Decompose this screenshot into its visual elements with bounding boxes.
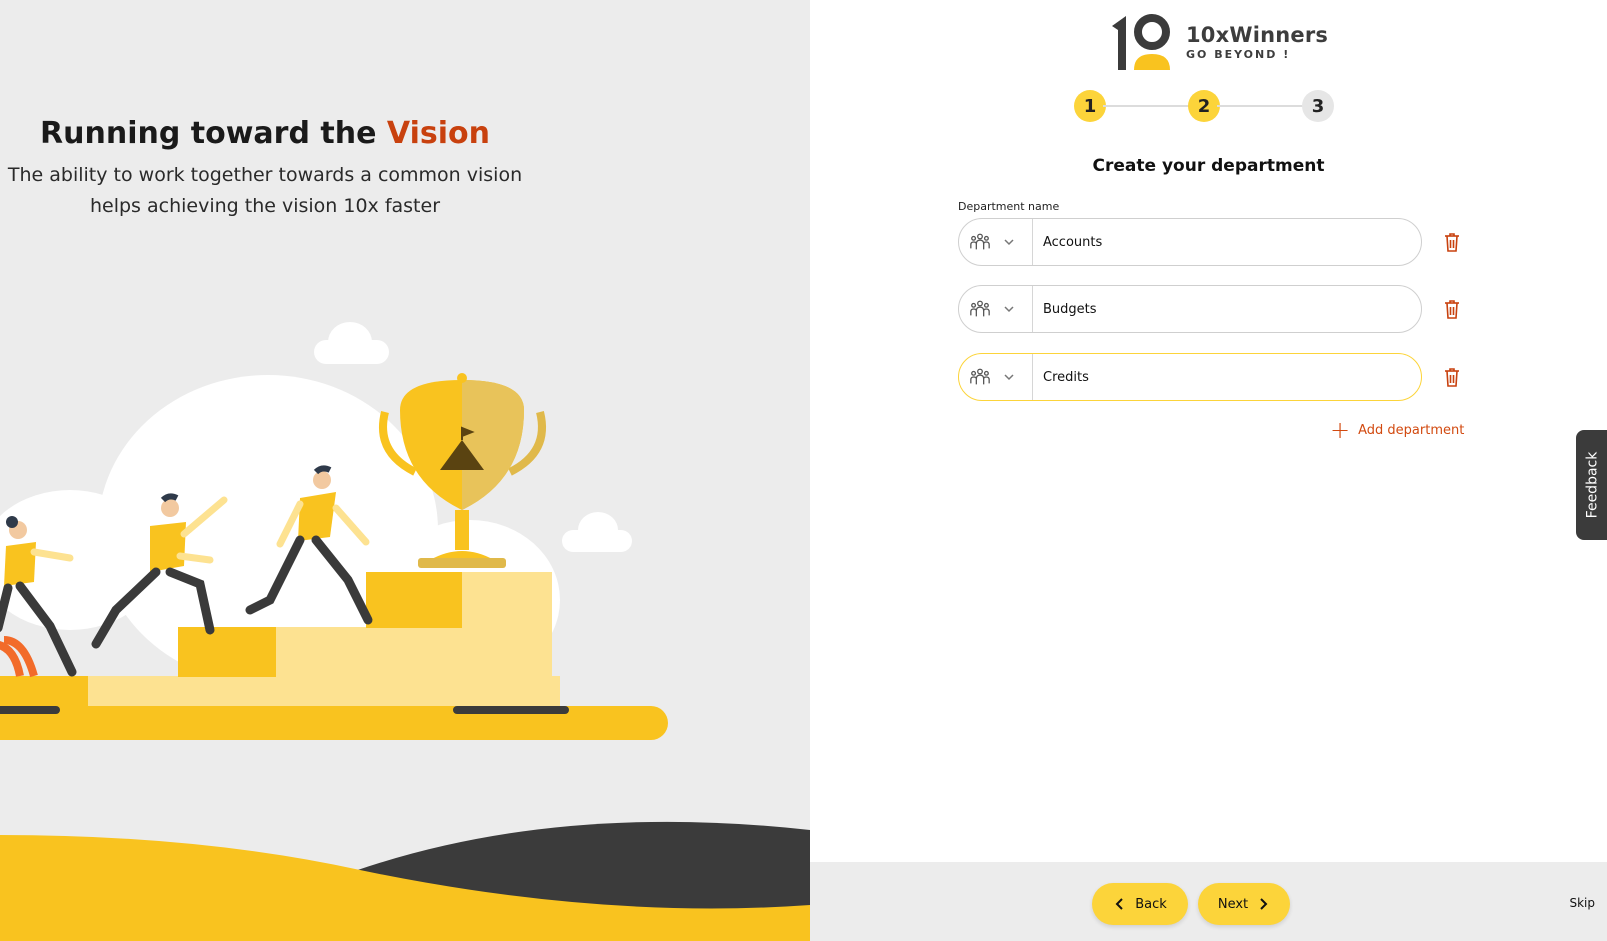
podium-step-mid-light xyxy=(276,627,366,677)
podium-step-mid xyxy=(178,627,278,677)
next-label: Next xyxy=(1217,896,1249,912)
department-field xyxy=(958,353,1422,401)
step-1: 1 xyxy=(1074,90,1106,122)
podium-step-low xyxy=(0,676,90,706)
team-icon xyxy=(970,368,990,385)
delete-icon[interactable] xyxy=(1442,231,1462,253)
illustration-panel: Running toward the Vision The ability to… xyxy=(0,0,810,941)
department-name-input[interactable] xyxy=(1033,286,1421,332)
delete-icon[interactable] xyxy=(1442,298,1462,320)
logo-mark-icon xyxy=(1112,14,1170,70)
podium-step-top-light xyxy=(462,572,552,706)
department-icon-select[interactable] xyxy=(959,286,1033,332)
add-department-button[interactable]: + Add department xyxy=(1330,416,1465,444)
department-icon-select[interactable] xyxy=(959,219,1033,265)
brand-tagline: GO BEYOND ! xyxy=(1186,48,1291,61)
department-name-input[interactable] xyxy=(1033,354,1421,400)
podium-step-top-lower xyxy=(366,628,464,706)
feedback-tab[interactable]: Feedback xyxy=(1576,430,1607,540)
department-row xyxy=(958,285,1476,333)
department-name-label: Department name xyxy=(958,200,1060,213)
chevron-down-icon xyxy=(1004,239,1014,246)
chevron-down-icon xyxy=(1004,374,1014,381)
ground-shadow-left xyxy=(0,706,60,714)
skip-link[interactable]: Skip xyxy=(1569,896,1595,910)
form-title: Create your department xyxy=(1092,156,1325,176)
logo-text: 10xWinners GO BEYOND ! xyxy=(1186,23,1328,61)
feedback-label: Feedback xyxy=(1584,451,1601,519)
onboarding-page: Running toward the Vision The ability to… xyxy=(0,0,1607,941)
podium-illustration xyxy=(0,322,810,941)
department-icon-select[interactable] xyxy=(959,354,1033,400)
back-button[interactable]: Back xyxy=(1092,883,1188,925)
department-row xyxy=(958,353,1476,401)
brand-name: 10xWinners xyxy=(1186,23,1329,47)
footer-bar: Back Next Skip xyxy=(810,862,1607,941)
chevron-left-icon xyxy=(1115,898,1123,910)
step-connector xyxy=(1103,105,1191,107)
department-field xyxy=(958,218,1422,266)
ground-shadow-right xyxy=(453,706,569,714)
plus-icon: + xyxy=(1330,416,1351,444)
team-icon xyxy=(970,233,990,250)
next-button[interactable]: Next xyxy=(1198,883,1290,925)
department-row xyxy=(958,218,1476,266)
form-panel: 10xWinners GO BEYOND ! 1 2 3 Create your… xyxy=(810,0,1607,941)
department-name-input[interactable] xyxy=(1033,219,1421,265)
delete-icon[interactable] xyxy=(1442,366,1462,388)
chevron-down-icon xyxy=(1004,306,1014,313)
small-cloud-top xyxy=(314,322,389,364)
back-label: Back xyxy=(1135,896,1167,912)
step-connector xyxy=(1217,105,1305,107)
small-cloud-right xyxy=(562,512,632,552)
team-icon xyxy=(970,300,990,317)
progress-stepper: 1 2 3 xyxy=(1074,90,1334,122)
add-department-label: Add department xyxy=(1358,422,1465,438)
chevron-right-icon xyxy=(1260,898,1268,910)
step-3: 3 xyxy=(1302,90,1334,122)
brand-logo: 10xWinners GO BEYOND ! xyxy=(1110,14,1328,70)
department-field xyxy=(958,285,1422,333)
step-2: 2 xyxy=(1188,90,1220,122)
podium-step-top xyxy=(366,572,464,628)
